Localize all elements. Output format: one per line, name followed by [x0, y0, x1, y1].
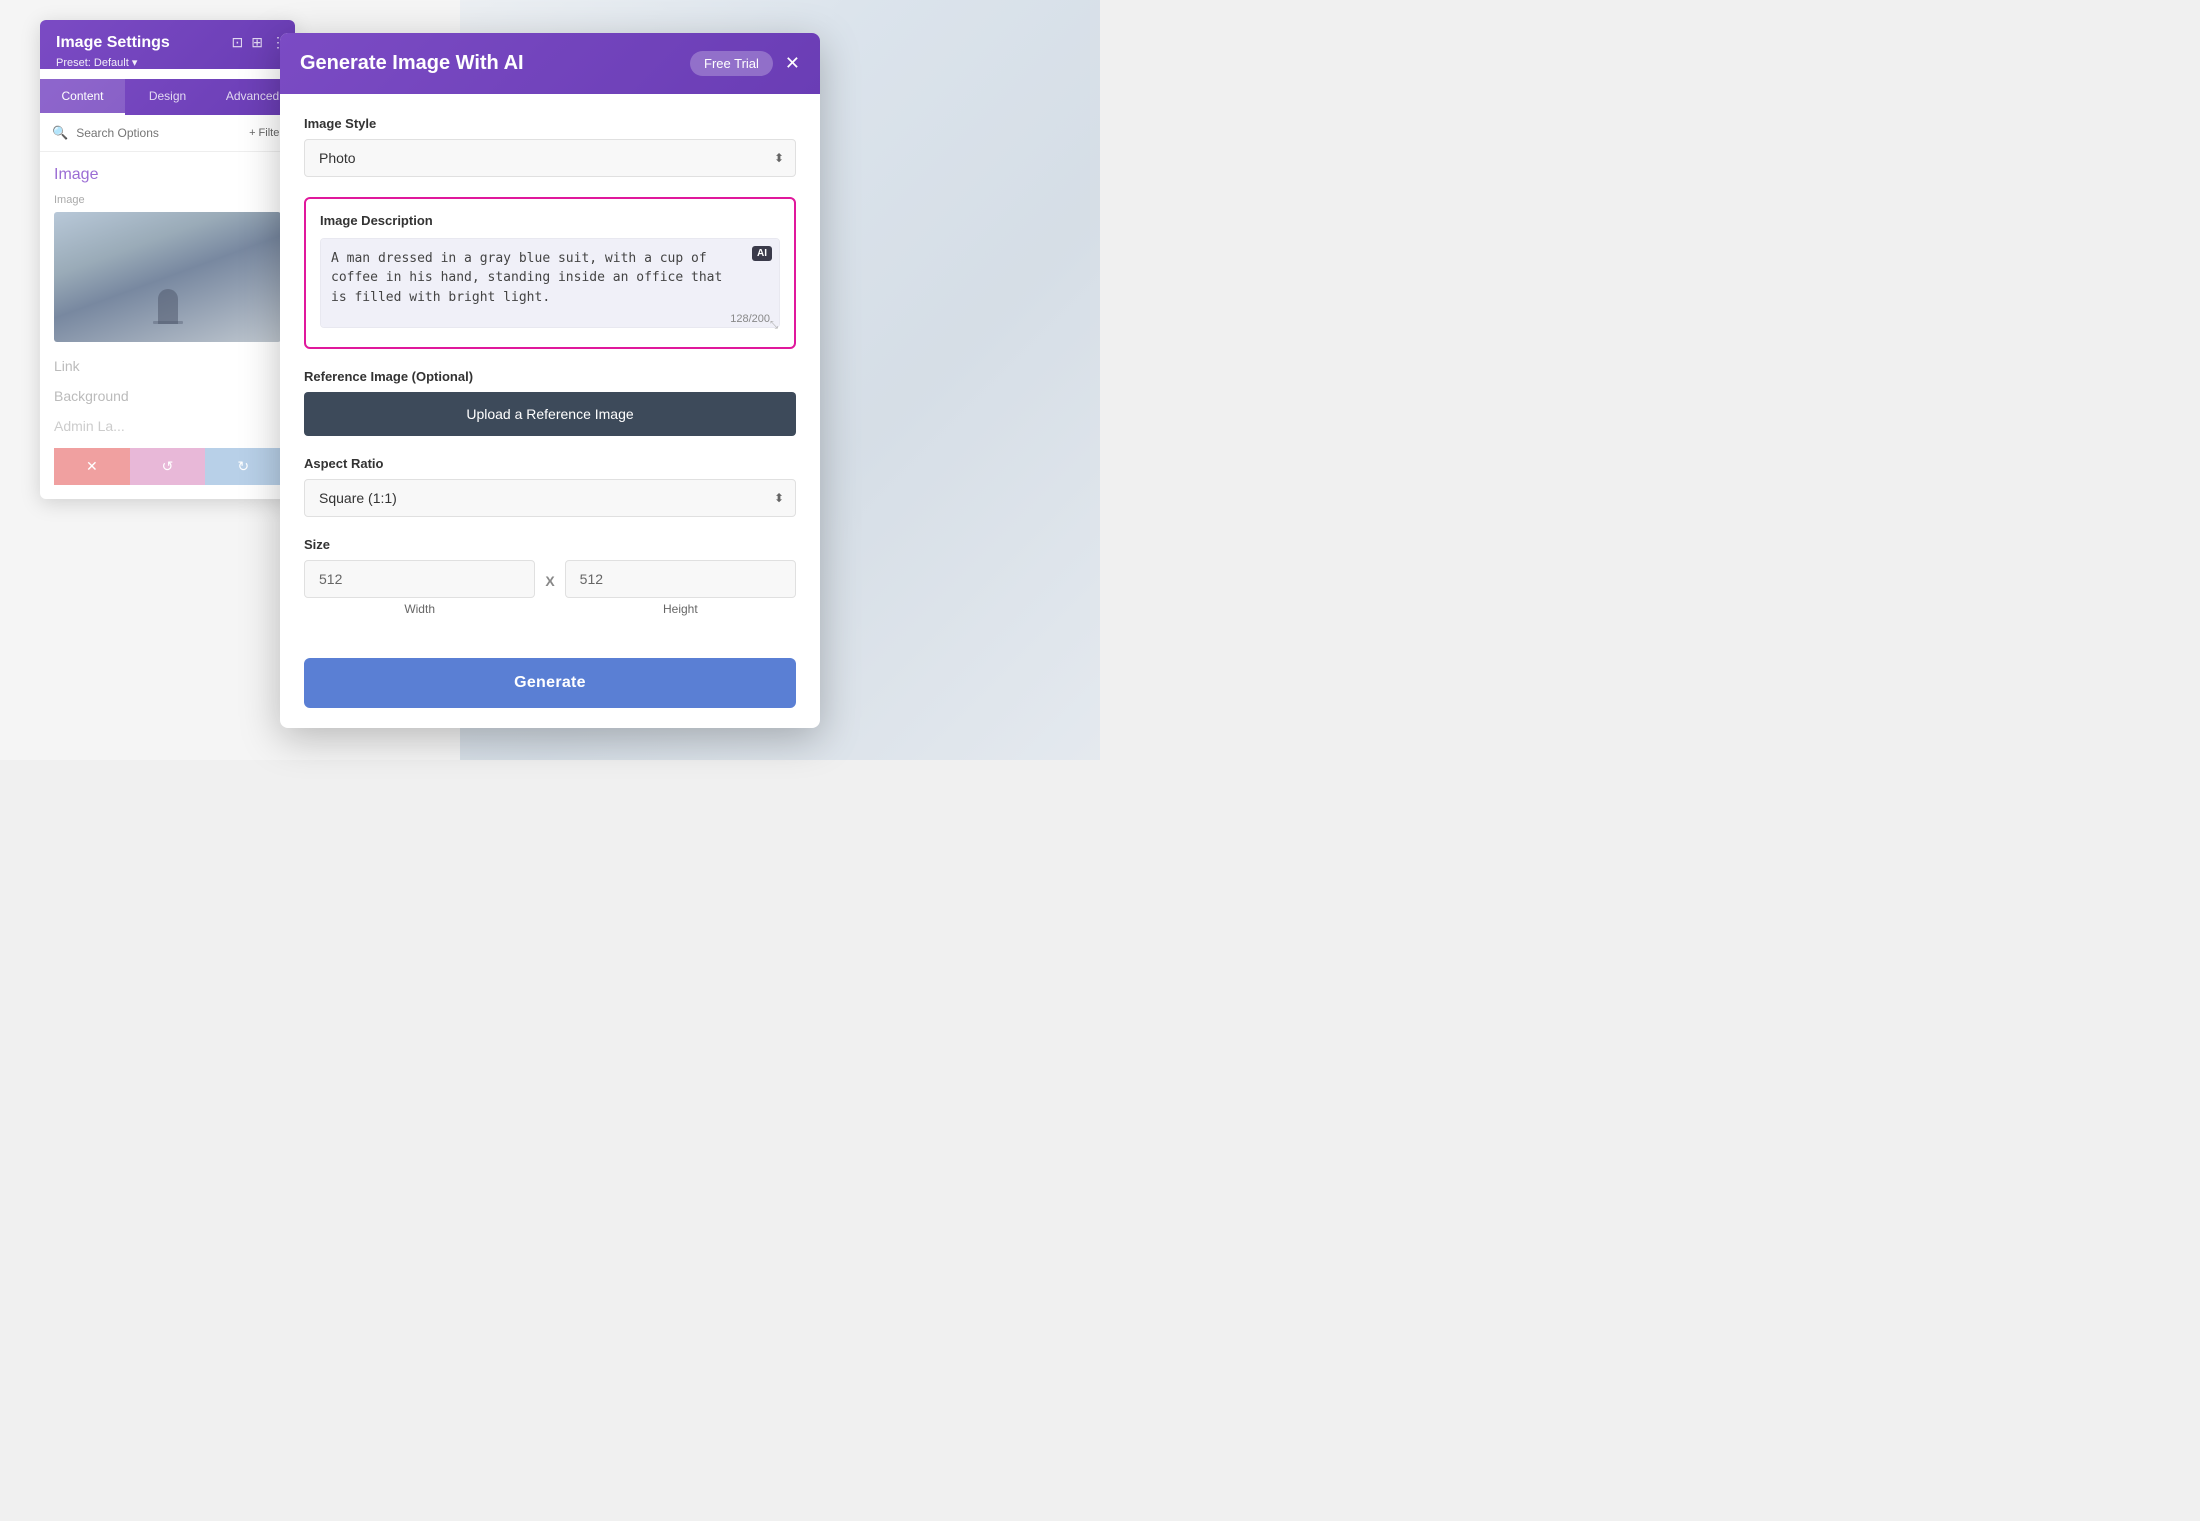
modal-body: Image Style Photo Illustration Digital A… [280, 94, 820, 658]
size-inputs: Width X Height [304, 560, 796, 616]
ai-icon: AI [752, 246, 772, 261]
height-label: Height [565, 602, 796, 616]
image-style-select-wrapper: Photo Illustration Digital Art Painting … [304, 139, 796, 177]
aspect-ratio-select[interactable]: Square (1:1) Landscape (16:9) Portrait (… [304, 479, 796, 517]
width-label: Width [304, 602, 535, 616]
modal-footer: Generate [280, 658, 820, 728]
modal-header: Generate Image With AI Free Trial ✕ [280, 33, 820, 94]
image-style-section: Image Style Photo Illustration Digital A… [304, 116, 796, 177]
height-input-group: Height [565, 560, 796, 616]
reference-image-section: Reference Image (Optional) Upload a Refe… [304, 369, 796, 436]
size-label: Size [304, 537, 796, 552]
generate-image-modal: Generate Image With AI Free Trial ✕ Imag… [280, 33, 820, 728]
resize-handle: ⤡ [770, 320, 778, 331]
image-description-label: Image Description [320, 213, 780, 228]
modal-overlay: Generate Image With AI Free Trial ✕ Imag… [0, 0, 1100, 760]
close-button[interactable]: ✕ [785, 54, 800, 72]
image-style-label: Image Style [304, 116, 796, 131]
size-x-divider: X [545, 573, 554, 589]
height-input[interactable] [565, 560, 796, 598]
aspect-ratio-label: Aspect Ratio [304, 456, 796, 471]
upload-reference-button[interactable]: Upload a Reference Image [304, 392, 796, 436]
modal-title: Generate Image With AI [300, 52, 524, 75]
aspect-ratio-section: Aspect Ratio Square (1:1) Landscape (16:… [304, 456, 796, 517]
description-wrapper: A man dressed in a gray blue suit, with … [320, 238, 780, 333]
free-trial-badge: Free Trial [690, 51, 773, 76]
width-input[interactable] [304, 560, 535, 598]
description-textarea[interactable]: A man dressed in a gray blue suit, with … [320, 238, 780, 328]
reference-image-label: Reference Image (Optional) [304, 369, 796, 384]
size-section: Size Width X Height [304, 537, 796, 616]
modal-header-right: Free Trial ✕ [690, 51, 800, 76]
char-count: 128/200 [730, 313, 770, 325]
image-style-select[interactable]: Photo Illustration Digital Art Painting … [304, 139, 796, 177]
image-description-section: Image Description A man dressed in a gra… [304, 197, 796, 349]
width-input-group: Width [304, 560, 535, 616]
aspect-ratio-select-wrapper: Square (1:1) Landscape (16:9) Portrait (… [304, 479, 796, 517]
generate-button[interactable]: Generate [304, 658, 796, 708]
